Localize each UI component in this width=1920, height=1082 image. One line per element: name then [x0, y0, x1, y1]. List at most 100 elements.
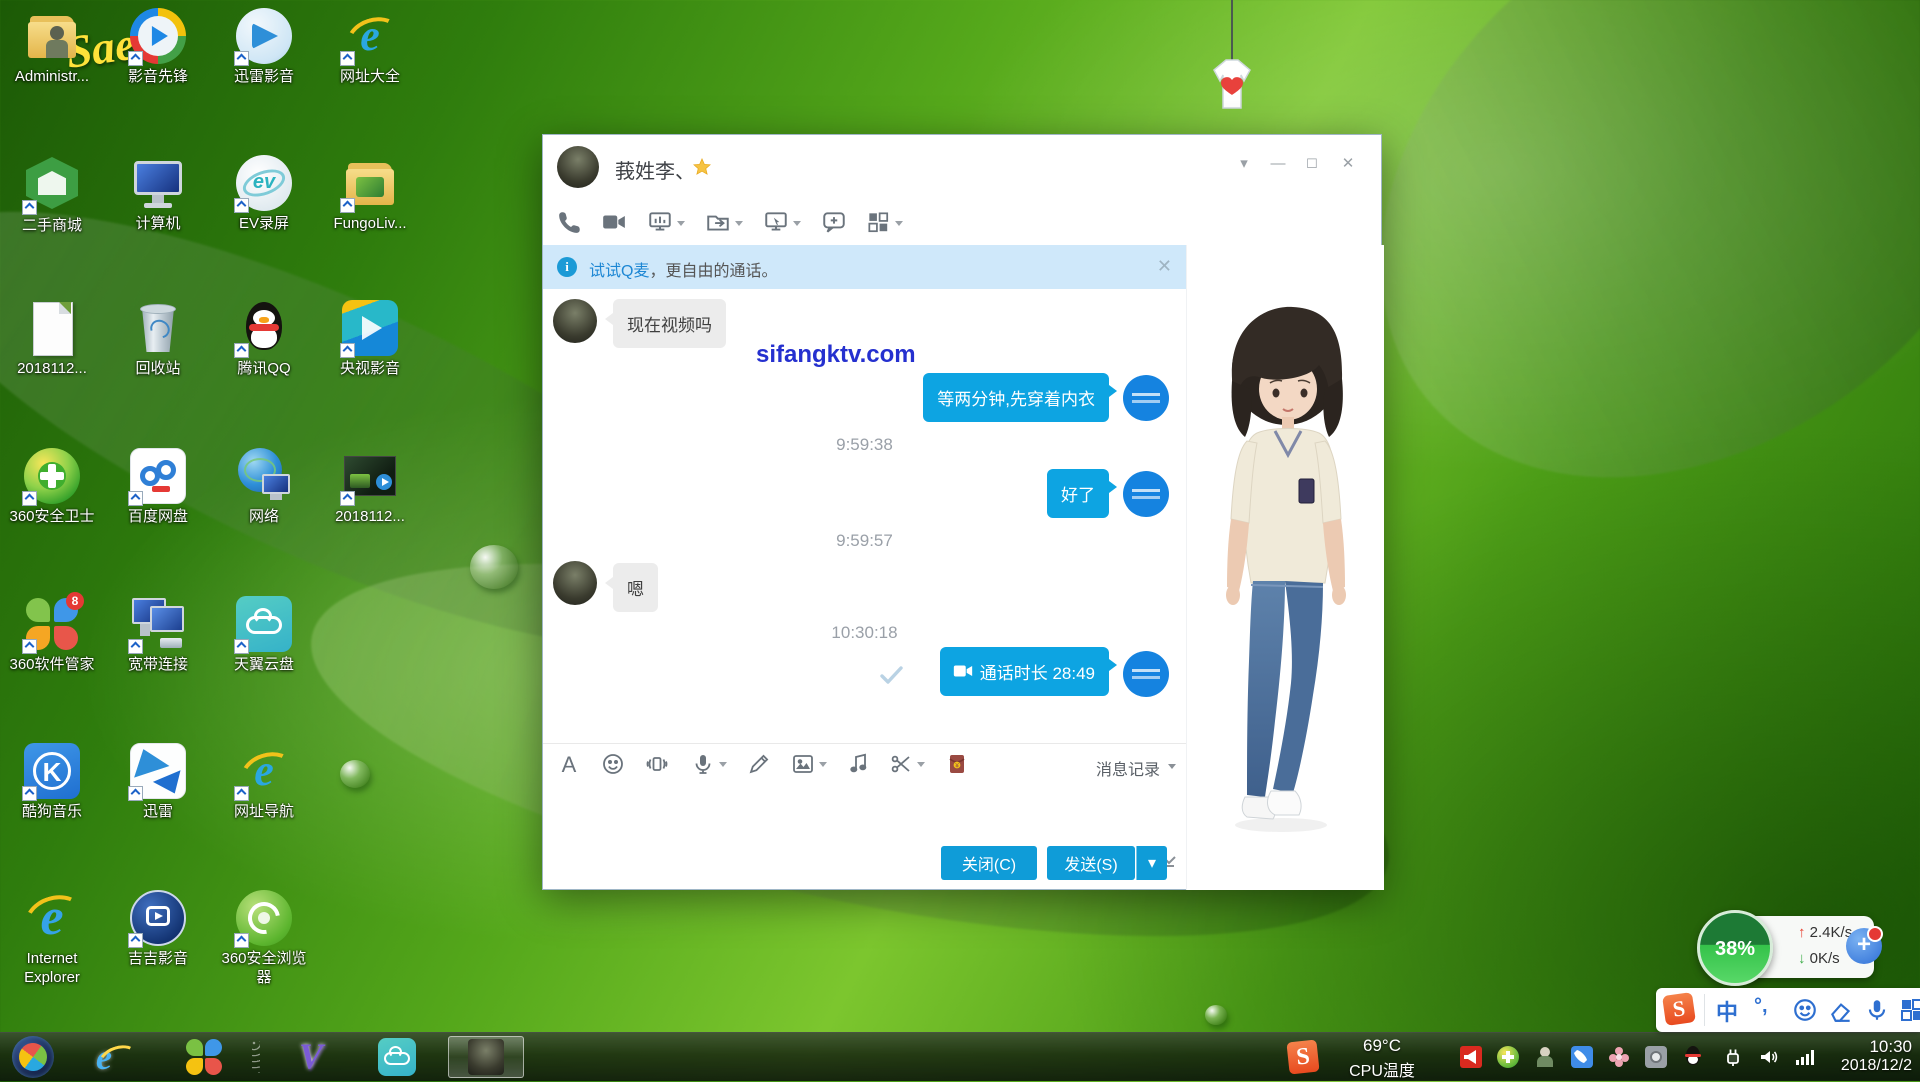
music-icon[interactable]	[847, 752, 871, 776]
peer-avatar[interactable]	[553, 561, 597, 605]
send-button[interactable]: 发送(S)	[1047, 846, 1135, 880]
screenshot-scissors-icon[interactable]	[889, 752, 913, 776]
apps-grid-caret[interactable]	[895, 221, 903, 226]
upload-speed: 2.4K/s	[1810, 924, 1853, 941]
send-file-icon[interactable]	[705, 209, 731, 235]
desktop-icon-360soft[interactable]: 8 360软件管家	[0, 596, 105, 675]
self-avatar[interactable]	[1123, 651, 1169, 697]
accelerate-plus-button[interactable]: +	[1846, 928, 1882, 964]
emoji-icon[interactable]	[601, 752, 625, 776]
handwrite-icon[interactable]	[747, 752, 771, 776]
tray-phone-icon[interactable]	[1571, 1046, 1593, 1068]
message-history-caret[interactable]	[1168, 764, 1176, 769]
desktop-icon-kugou[interactable]: K 酷狗音乐	[0, 743, 105, 822]
tray-megaphone-icon[interactable]	[1460, 1046, 1482, 1068]
clock-time[interactable]: 10:30	[1828, 1037, 1912, 1057]
desktop-icon-network[interactable]: 网络	[211, 448, 317, 527]
desktop-icon-administrator[interactable]: Administr...	[0, 8, 105, 87]
desktop-icon-fungoliv[interactable]: FungoLiv...	[317, 155, 423, 234]
desktop-icon-wangzhidaohang[interactable]: e 网址导航	[211, 743, 317, 822]
screen-share-caret[interactable]	[677, 221, 685, 226]
desktop-icon-360browser[interactable]: 360安全浏览器	[211, 890, 317, 988]
window-menu-button[interactable]: ▾	[1229, 151, 1259, 177]
desktop-icon-xunlei-yingyin[interactable]: 迅雷影音	[211, 8, 317, 87]
apps-grid-icon[interactable]	[865, 209, 891, 235]
desktop-icon-ershoushangcheng[interactable]: 二手商城	[0, 155, 105, 236]
ime-chinese-mode[interactable]: 中	[1716, 995, 1738, 1027]
desktop-icon-360safe[interactable]: 360安全卫士	[0, 448, 105, 527]
desktop-icon-ie[interactable]: e Internet Explorer	[0, 890, 105, 988]
tray-qq-icon[interactable]	[1682, 1046, 1704, 1068]
taskbar-ie-icon[interactable]: e	[96, 1037, 136, 1077]
font-icon[interactable]: A	[557, 752, 581, 776]
voice-caret[interactable]	[719, 762, 727, 767]
desktop-icon-jiji[interactable]: 吉吉影音	[105, 890, 211, 969]
desktop-icon-yingyinxianfeng[interactable]: 影音先锋	[105, 8, 211, 87]
tray-volume-icon[interactable]	[1758, 1046, 1780, 1068]
notice-close-icon[interactable]: ✕	[1157, 256, 1172, 277]
contact-avatar[interactable]	[557, 146, 599, 188]
tray-360-icon[interactable]	[1497, 1046, 1519, 1068]
self-avatar[interactable]	[1123, 375, 1169, 421]
taskbar-pinwheel-icon[interactable]	[186, 1039, 222, 1075]
jiji-player-icon	[130, 890, 186, 946]
tshirt-widget[interactable]	[1200, 56, 1264, 114]
close-chat-button[interactable]: 关闭(C)	[941, 846, 1037, 880]
qmai-link[interactable]: 试试Q麦	[589, 263, 649, 280]
ime-mic-icon[interactable]	[1864, 997, 1890, 1028]
monitor-icon	[130, 155, 186, 211]
message-history-button[interactable]: 消息记录	[1096, 756, 1160, 780]
video-call-icon[interactable]	[601, 209, 627, 235]
tray-flower-icon[interactable]	[1608, 1046, 1630, 1068]
desktop-icon-wangzhidaquan[interactable]: e 网址大全	[317, 8, 423, 87]
taskbar: e V S 69°C CPU温度	[0, 1032, 1920, 1081]
voice-message-icon[interactable]	[691, 752, 715, 776]
desktop-icon-recycle-bin[interactable]: 回收站	[105, 300, 211, 379]
desktop-icon-computer[interactable]: 计算机	[105, 155, 211, 234]
desktop-icon-video-2018112[interactable]: 2018112...	[317, 448, 423, 527]
tray-assistant-icon[interactable]	[1534, 1046, 1556, 1068]
self-avatar[interactable]	[1123, 471, 1169, 517]
desktop-icon-doc-2018112[interactable]: 2018112...	[0, 300, 105, 379]
start-button[interactable]	[12, 1036, 54, 1078]
taskbar-cloud-icon[interactable]	[378, 1038, 416, 1076]
tray-sogou-icon[interactable]: S	[1286, 1040, 1319, 1075]
close-button[interactable]: ✕	[1333, 151, 1363, 177]
scissors-caret[interactable]	[917, 762, 925, 767]
maximize-button[interactable]: ☐	[1297, 151, 1327, 177]
create-group-icon[interactable]	[821, 209, 847, 235]
voice-call-icon[interactable]	[557, 209, 583, 235]
desktop-icon-tianyi[interactable]: 天翼云盘	[211, 596, 317, 675]
ime-eraser-icon[interactable]	[1828, 997, 1854, 1028]
remote-assist-caret[interactable]	[793, 221, 801, 226]
taskbar-v-app-icon[interactable]: V	[290, 1035, 332, 1079]
send-options-caret-button[interactable]: ▾	[1136, 846, 1167, 880]
tray-power-plug-icon[interactable]	[1722, 1046, 1744, 1068]
desktop-icon-yangshi[interactable]: 央视影音	[317, 300, 423, 379]
minimize-button[interactable]: —	[1263, 151, 1293, 177]
remote-assist-icon[interactable]	[763, 209, 789, 235]
desktop-icon-baidupan[interactable]: 百度网盘	[105, 448, 211, 527]
image-icon[interactable]	[791, 752, 815, 776]
ime-emoji-icon[interactable]	[1792, 997, 1818, 1028]
browser-e-icon: e	[342, 8, 398, 64]
desktop-icon-qq[interactable]: 腾讯QQ	[211, 300, 317, 379]
taskbar-qq-chat-item[interactable]	[448, 1036, 524, 1078]
sogou-logo-icon[interactable]: S	[1662, 992, 1696, 1026]
screen-share-icon[interactable]	[647, 209, 673, 235]
desktop-icon-xunlei[interactable]: 迅雷	[105, 743, 211, 822]
ime-punctuation[interactable]: °,	[1754, 995, 1768, 1018]
red-packet-icon[interactable]: ¥	[945, 752, 969, 776]
window-shake-icon[interactable]	[645, 752, 669, 776]
clock-date[interactable]: 2018/12/2	[1808, 1057, 1912, 1075]
desktop-icon-broadband[interactable]: 宽带连接	[105, 596, 211, 675]
ime-keyboard-grid-icon[interactable]	[1900, 998, 1920, 1027]
memory-percent-ball[interactable]: 38%	[1697, 910, 1773, 986]
peer-avatar[interactable]	[553, 299, 597, 343]
send-file-caret[interactable]	[735, 221, 743, 226]
qq-show-panel[interactable]	[1186, 245, 1384, 890]
image-caret[interactable]	[819, 762, 827, 767]
desktop-icon-ev[interactable]: ev EV录屏	[211, 155, 317, 234]
green-hexagon-icon	[24, 157, 80, 213]
tray-camera-icon[interactable]	[1645, 1046, 1667, 1068]
